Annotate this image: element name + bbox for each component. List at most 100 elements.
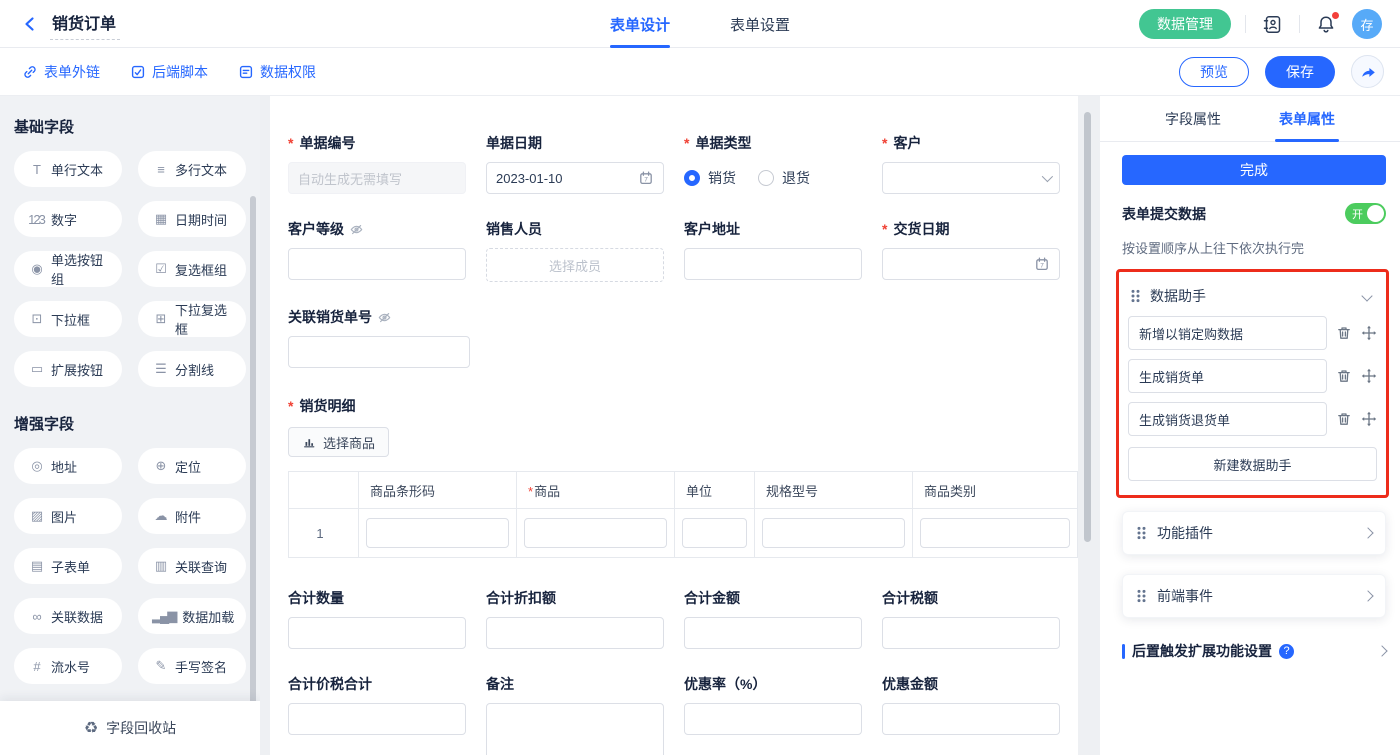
related-order-no-input[interactable] [288,336,470,368]
field-related-order-no[interactable]: 关联销货单号 [288,307,470,368]
canvas-scrollbar[interactable] [1084,112,1091,542]
field-customer-level[interactable]: 客户等级 [288,219,466,282]
field-total-amount[interactable]: 合计金额 [684,588,862,649]
move-icon[interactable] [1361,368,1377,384]
drag-handle-icon[interactable] [1136,588,1147,604]
move-icon[interactable] [1361,411,1377,427]
discount-rate-input[interactable] [684,703,862,735]
delivery-date-input[interactable]: 7 [882,248,1060,280]
data-helper-item[interactable]: 生成销货单 [1128,359,1327,393]
field-pill[interactable]: ◉ 单选按钮组 [14,251,122,287]
field-remark[interactable]: 备注 [486,674,664,755]
preview-button[interactable]: 预览 [1179,57,1249,87]
field-pill[interactable]: ⊞ 下拉复选框 [138,301,246,337]
customer-select[interactable] [882,162,1060,194]
field-pill[interactable]: 123 数字 [14,201,122,237]
field-total-tax[interactable]: 合计税额 [882,588,1060,649]
total-discount-input[interactable] [486,617,664,649]
back-button[interactable] [20,14,40,34]
new-data-helper-button[interactable]: 新建数据助手 [1128,447,1377,481]
field-pill[interactable]: ▭ 扩展按钮 [14,351,122,387]
field-delivery-date[interactable]: 交货日期 7 [882,219,1060,282]
field-pill[interactable]: # 流水号 [14,648,122,684]
notifications-button[interactable] [1314,12,1338,37]
field-pill[interactable]: ✎ 手写签名 [138,648,246,684]
field-pill[interactable]: ▤ 子表单 [14,548,122,584]
total-qty-input[interactable] [288,617,466,649]
customer-address-input[interactable] [684,248,862,280]
field-pill[interactable]: ▥ 关联查询 [138,548,246,584]
sidebar-scrollbar[interactable] [250,196,256,751]
tab-form-properties[interactable]: 表单属性 [1279,96,1335,142]
customer-level-input[interactable] [288,248,466,280]
tab-form-settings[interactable]: 表单设置 [730,0,790,48]
delete-icon[interactable] [1336,325,1352,341]
field-pill[interactable]: ∞ 关联数据 [14,598,122,634]
field-customer-address[interactable]: 客户地址 [684,219,862,282]
frontend-events-card[interactable]: 前端事件 [1122,574,1386,618]
data-manage-button[interactable]: 数据管理 [1139,9,1231,39]
form-title[interactable]: 销货订单 [50,8,120,40]
cell-input-spec[interactable] [762,518,905,548]
chevron-down-icon[interactable] [1361,290,1372,301]
field-pill[interactable]: ▂▄▆ 数据加载 [138,598,246,634]
delete-icon[interactable] [1336,411,1352,427]
post-trigger-settings[interactable]: 后置触发扩展功能设置 ? [1122,641,1386,661]
remark-textarea[interactable] [486,703,664,755]
field-pill[interactable]: T 单行文本 [14,151,122,187]
bill-date-input[interactable]: 2023-01-10 7 [486,162,664,194]
field-bill-type[interactable]: 单据类型 销货 退货 [684,133,862,194]
data-helper-header[interactable]: 数据助手 [1128,282,1377,316]
data-helper-item[interactable]: 新增以销定购数据 [1128,316,1327,350]
done-button[interactable]: 完成 [1122,155,1386,185]
discount-amount-input[interactable] [882,703,1060,735]
select-goods-button[interactable]: 选择商品 [288,427,389,457]
cell-input-barcode[interactable] [366,518,509,548]
move-icon[interactable] [1361,325,1377,341]
field-recycle-bin[interactable]: ♻ 字段回收站 [0,701,260,755]
member-picker[interactable]: 选择成员 [486,248,664,282]
drag-handle-icon[interactable] [1136,525,1147,541]
data-helper-item[interactable]: 生成销货退货单 [1128,402,1327,436]
field-total-qty[interactable]: 合计数量 [288,588,466,649]
field-pill[interactable]: ⊕ 定位 [138,448,246,484]
cell-input-category[interactable] [920,518,1070,548]
field-pill[interactable]: ☑ 复选框组 [138,251,246,287]
field-bill-no[interactable]: 单据编号 自动生成无需填写 [288,133,466,194]
plugins-card[interactable]: 功能插件 [1122,511,1386,555]
total-amount-input[interactable] [684,617,862,649]
field-pill[interactable]: ⊡ 下拉框 [14,301,122,337]
field-sales-person[interactable]: 销售人员 选择成员 [486,219,664,282]
external-link-button[interactable]: 表单外链 [22,62,100,82]
field-pill[interactable]: ☁ 附件 [138,498,246,534]
data-permission-button[interactable]: 数据权限 [238,62,316,82]
delete-icon[interactable] [1336,368,1352,384]
field-pill[interactable]: ▦ 日期时间 [138,201,246,237]
radio-option[interactable]: 销货 [684,168,736,188]
field-total-discount[interactable]: 合计折扣额 [486,588,664,649]
field-customer[interactable]: 客户 [882,133,1060,194]
help-icon[interactable]: ? [1279,644,1294,659]
field-bill-date[interactable]: 单据日期 2023-01-10 7 [486,133,664,194]
backend-script-button[interactable]: 后端脚本 [130,62,208,82]
field-pill[interactable]: ◎ 地址 [14,448,122,484]
cell-input-product[interactable] [524,518,667,548]
drag-handle-icon[interactable] [1130,288,1141,304]
save-button[interactable]: 保存 [1265,56,1335,88]
field-total-with-tax[interactable]: 合计价税合计 [288,674,466,755]
total-with-tax-input[interactable] [288,703,466,735]
bill-no-input[interactable]: 自动生成无需填写 [288,162,466,194]
tab-field-properties[interactable]: 字段属性 [1165,96,1221,142]
contacts-button[interactable] [1260,12,1285,37]
tab-form-design[interactable]: 表单设计 [610,0,670,48]
field-discount-amount[interactable]: 优惠金额 [882,674,1060,755]
field-discount-rate[interactable]: 优惠率（%） [684,674,862,755]
field-pill[interactable]: ▨ 图片 [14,498,122,534]
share-button[interactable] [1351,55,1384,88]
cell-input-unit[interactable] [682,518,747,548]
avatar[interactable]: 存 [1352,9,1382,39]
submit-data-toggle[interactable]: 开 [1345,203,1386,224]
field-pill[interactable]: ☰ 分割线 [138,351,246,387]
radio-option[interactable]: 退货 [758,168,810,188]
field-pill[interactable]: ≡ 多行文本 [138,151,246,187]
